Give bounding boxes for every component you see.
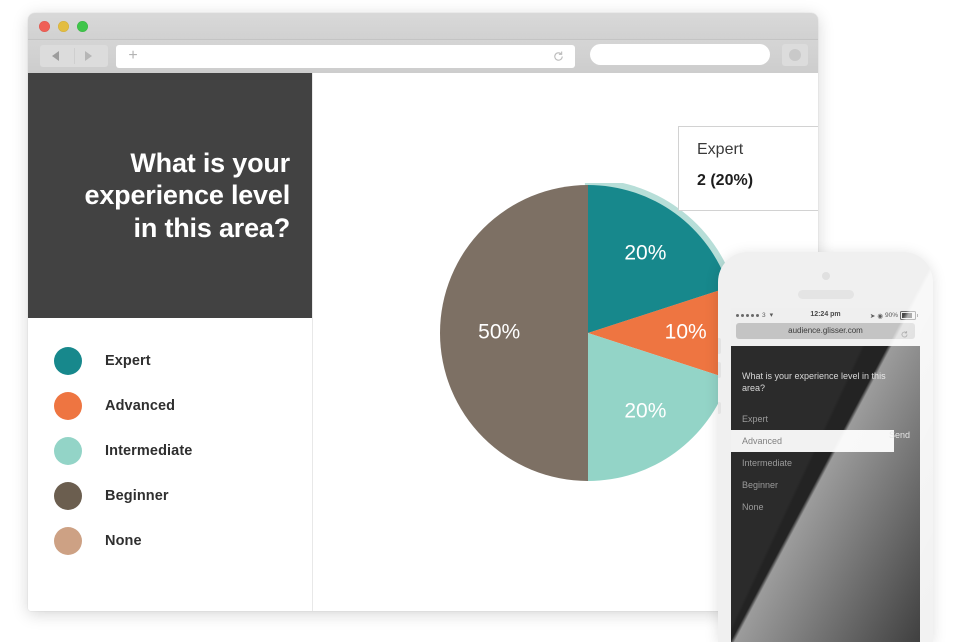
pie-slice-label-intermediate: 20% xyxy=(624,400,666,423)
legend-item-label: None xyxy=(105,532,142,549)
close-window-button[interactable] xyxy=(39,21,50,32)
phone-status-right: ➤ ◉ 90% xyxy=(869,311,918,320)
phone-option-advanced[interactable]: Advanced xyxy=(731,430,894,452)
legend-swatch-icon xyxy=(54,346,82,375)
legend-item-label: Beginner xyxy=(105,487,169,504)
phone-question-text: What is your experience level in this ar… xyxy=(742,371,886,393)
zoom-window-button[interactable] xyxy=(77,21,88,32)
url-input[interactable] xyxy=(590,44,770,65)
pie-slice-label-expert: 20% xyxy=(624,242,666,265)
phone-mute-switch[interactable] xyxy=(718,402,721,414)
chart-legend: Expert Advanced Intermediate Beginner None xyxy=(28,318,312,563)
reload-icon[interactable] xyxy=(900,326,909,338)
legend-swatch-icon xyxy=(54,481,82,510)
phone-option-beginner[interactable]: Beginner xyxy=(731,474,920,496)
tooltip-value: 2 (20%) xyxy=(697,172,754,189)
phone-volume-down-button[interactable] xyxy=(718,362,721,378)
navigation-buttons xyxy=(40,45,108,67)
legend-item-label: Advanced xyxy=(105,397,176,414)
legend-item-advanced[interactable]: Advanced xyxy=(28,383,312,428)
browser-toolbar: + xyxy=(28,40,818,74)
pie-slice-label-beginner: 50% xyxy=(478,321,520,344)
legend-swatch-icon xyxy=(54,526,82,555)
page-title: What is your experience level in this ar… xyxy=(84,147,291,243)
rotation-lock-icon: ◉ xyxy=(877,312,883,320)
phone-camera-icon xyxy=(821,272,830,280)
browser-titlebar xyxy=(28,13,818,40)
browser-window: + What is your experience level in this … xyxy=(28,13,818,611)
pie-slice-label-advanced: 10% xyxy=(665,321,707,344)
legend-item-label: Expert xyxy=(105,352,151,369)
legend-swatch-icon xyxy=(54,391,82,420)
legend-swatch-icon xyxy=(54,436,82,465)
pie-chart[interactable]: 20% 10% 20% 50% xyxy=(438,183,738,483)
phone-screen: 3 ▾ 12:24 pm ➤ ◉ 90% audience.glisser.co… xyxy=(731,308,920,642)
phone-option-intermediate[interactable]: Intermediate xyxy=(731,452,920,474)
page-content: What is your experience level in this ar… xyxy=(28,73,818,611)
nav-divider xyxy=(74,48,75,64)
new-tab-icon[interactable]: + xyxy=(126,48,140,64)
legend-item-none[interactable]: None xyxy=(28,518,312,563)
phone-url-text: audience.glisser.com xyxy=(788,326,863,335)
phone-volume-up-button[interactable] xyxy=(718,338,721,354)
battery-icon xyxy=(900,311,918,320)
profile-icon xyxy=(789,49,801,61)
forward-arrow-icon[interactable] xyxy=(85,51,92,61)
phone-option-expert[interactable]: Expert xyxy=(731,408,920,430)
legend-item-label: Intermediate xyxy=(105,442,193,459)
phone-battery-label: 90% xyxy=(884,312,898,319)
phone-mockup: 3 ▾ 12:24 pm ➤ ◉ 90% audience.glisser.co… xyxy=(718,252,933,642)
reload-icon[interactable] xyxy=(552,50,565,63)
legend-item-expert[interactable]: Expert xyxy=(28,338,312,383)
tooltip-title: Expert xyxy=(697,141,744,158)
minimize-window-button[interactable] xyxy=(58,21,69,32)
send-button[interactable]: Send xyxy=(889,430,910,440)
phone-speaker-grille xyxy=(797,290,854,299)
phone-app-view: What is your experience level in this ar… xyxy=(731,346,920,642)
profile-button[interactable] xyxy=(782,44,808,66)
phone-url-bar[interactable]: audience.glisser.com xyxy=(731,323,920,346)
phone-status-bar: 3 ▾ 12:24 pm ➤ ◉ 90% xyxy=(731,308,920,323)
location-arrow-icon: ➤ xyxy=(869,312,876,320)
question-panel: What is your experience level in this ar… xyxy=(28,73,312,318)
back-arrow-icon[interactable] xyxy=(52,51,59,61)
chart-tooltip: Expert 2 (20%) xyxy=(678,126,818,211)
phone-option-list: Expert Advanced Intermediate Beginner None xyxy=(731,408,920,518)
phone-option-none[interactable]: None xyxy=(731,496,920,518)
legend-item-intermediate[interactable]: Intermediate xyxy=(28,428,312,473)
legend-item-beginner[interactable]: Beginner xyxy=(28,473,312,518)
tab-strip[interactable]: + xyxy=(116,45,575,68)
